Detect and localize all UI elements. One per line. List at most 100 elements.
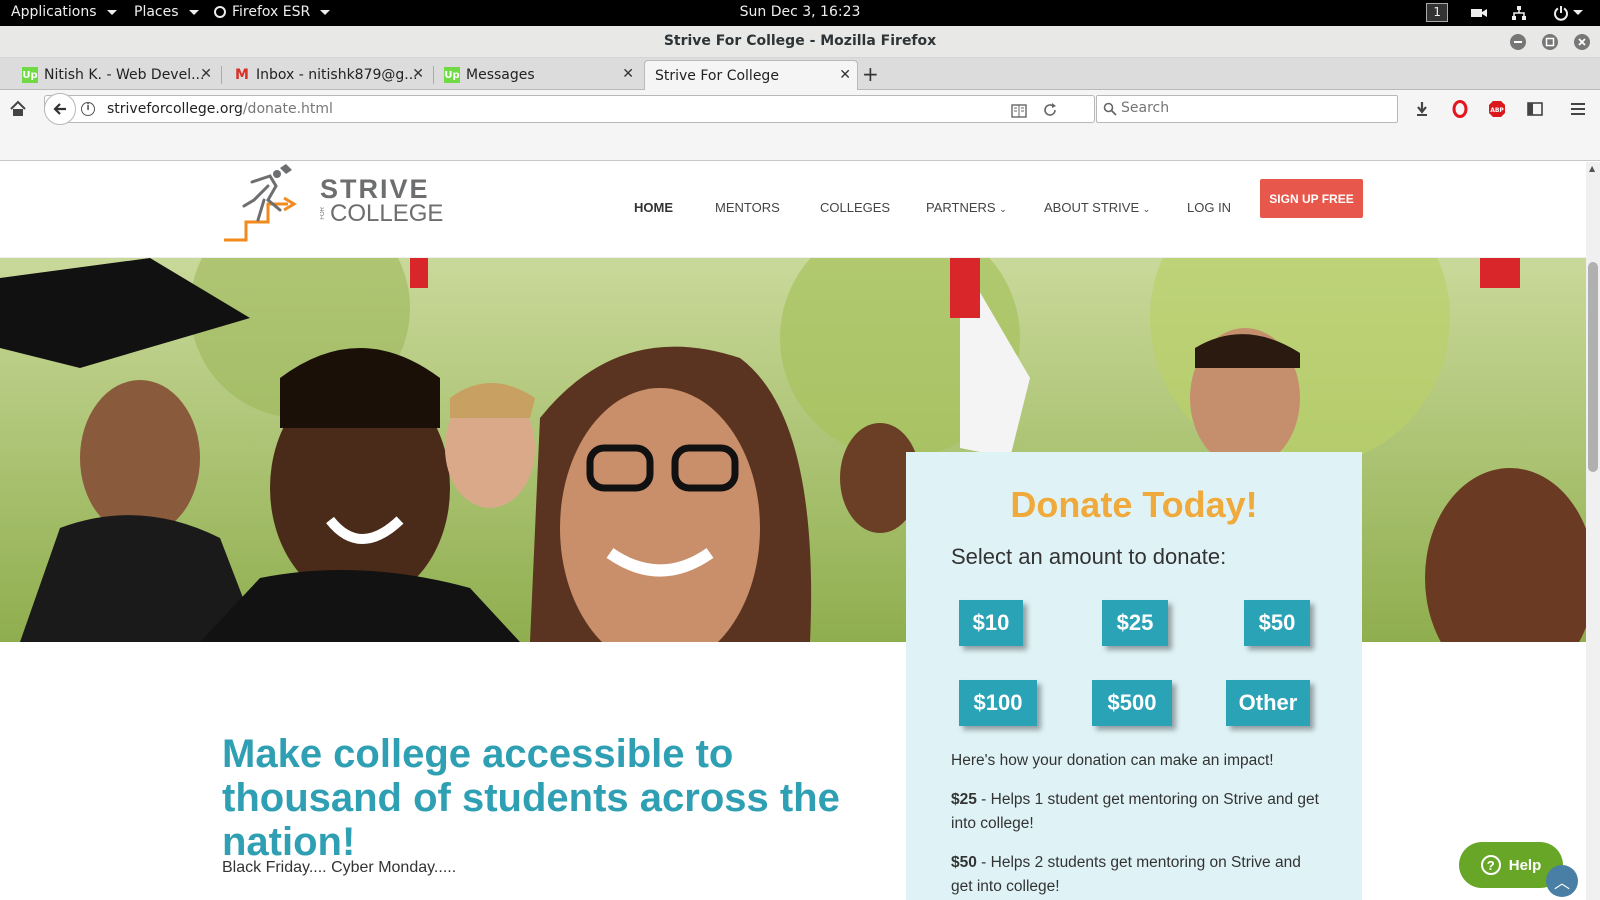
firefox-label: Firefox ESR [232, 4, 311, 20]
amount-50-button[interactable]: $50 [1244, 600, 1310, 646]
minimize-icon [1514, 41, 1522, 43]
plus-icon: + [862, 62, 879, 86]
impact-intro: Here's how your donation can make an imp… [951, 752, 1274, 769]
reader-view-icon[interactable] [1011, 103, 1027, 122]
open-menu-button[interactable] [1568, 99, 1588, 119]
downloads-button[interactable] [1412, 99, 1432, 119]
power-icon[interactable] [1550, 4, 1586, 22]
nav-about-label: ABOUT STRIVE [1044, 200, 1140, 215]
back-button[interactable] [44, 93, 76, 125]
impact-item: $25 - Helps 1 student get mentoring on S… [951, 788, 1321, 836]
maximize-button[interactable] [1542, 34, 1558, 50]
nav-colleges[interactable]: COLLEGES [820, 200, 890, 215]
page-scrollbar[interactable]: ▲ [1586, 162, 1600, 900]
impact-text: - Helps 1 student get mentoring on Striv… [951, 791, 1319, 832]
network-icon[interactable] [1510, 4, 1528, 22]
reload-icon[interactable] [1043, 102, 1057, 121]
close-icon[interactable]: ✕ [200, 66, 212, 82]
chevron-down-icon [320, 9, 331, 15]
tab-messages[interactable]: Up Messages ✕ [436, 60, 640, 90]
gmail-icon: M [235, 67, 249, 83]
toolbar-spacer [0, 128, 1600, 161]
opera-vpn-button[interactable] [1450, 99, 1470, 119]
places-label: Places [134, 4, 179, 20]
window-controls [1510, 34, 1590, 50]
upwork-icon: Up [444, 67, 460, 83]
close-icon[interactable]: ✕ [412, 66, 424, 82]
nav-mentors[interactable]: MENTORS [715, 200, 780, 215]
amount-other-button[interactable]: Other [1226, 680, 1310, 726]
tab-strip: Up Nitish K. - Web Devel... ✕ M Inbox - … [0, 58, 1600, 90]
adblock-plus-button[interactable]: ABP [1487, 99, 1507, 119]
scroll-to-top-button[interactable]: ︿ [1546, 865, 1578, 897]
logo-text-college: COLLEGE [330, 200, 444, 227]
tab-label: Strive For College [655, 67, 779, 84]
donate-title: Donate Today! [1010, 484, 1258, 525]
url-bar[interactable]: striveforcollege.org/donate.html i [44, 95, 1095, 123]
nav-home[interactable]: HOME [634, 200, 673, 215]
home-icon [10, 100, 26, 116]
tab-label: Messages [466, 67, 535, 83]
sign-up-free-button[interactable]: SIGN UP FREE [1260, 179, 1363, 218]
search-bar[interactable] [1096, 95, 1398, 123]
info-icon[interactable]: i [81, 102, 95, 116]
sidebar-toggle-button[interactable] [1525, 99, 1545, 119]
close-window-button[interactable] [1574, 34, 1590, 50]
runner-stairs-icon [224, 164, 297, 242]
sidebar-icon [1527, 102, 1543, 116]
web-page: STRIVE FOR COLLEGE HOME MENTORS COLLEGES… [0, 162, 1586, 900]
svg-text:ABP: ABP [1490, 107, 1504, 114]
impact-amount: $50 [951, 854, 977, 871]
amount-10-button[interactable]: $10 [959, 600, 1023, 646]
tab-gmail-inbox[interactable]: M Inbox - nitishk879@g... ✕ [226, 60, 430, 90]
amount-25-button[interactable]: $25 [1102, 600, 1168, 646]
nav-partners-label: PARTNERS [926, 200, 996, 215]
firefox-icon [214, 6, 226, 18]
tab-strive-for-college[interactable]: Strive For College ✕ [644, 60, 858, 90]
impact-text: - Helps 2 students get mentoring on Stri… [951, 854, 1301, 895]
chevron-down-icon: ⌄ [1142, 204, 1151, 214]
download-icon [1417, 102, 1427, 116]
navigation-toolbar: striveforcollege.org/donate.html i ABP [0, 90, 1600, 128]
url-path: /donate.html [242, 101, 333, 117]
tab-label: Nitish K. - Web Devel... [44, 67, 205, 83]
close-icon[interactable]: ✕ [839, 67, 851, 83]
system-tray: 1 [1426, 3, 1586, 22]
workspace-indicator[interactable]: 1 [1426, 3, 1448, 22]
search-input[interactable] [1121, 100, 1391, 116]
tab-separator [221, 66, 222, 84]
places-menu[interactable]: Places [134, 4, 199, 20]
amount-500-button[interactable]: $500 [1092, 680, 1172, 726]
video-icon[interactable] [1470, 4, 1488, 22]
firefox-app-menu[interactable]: Firefox ESR [214, 4, 331, 20]
donate-panel: Donate Today! Select an amount to donate… [906, 452, 1362, 900]
tab-upwork-profile[interactable]: Up Nitish K. - Web Devel... ✕ [14, 60, 218, 90]
nav-about-strive[interactable]: ABOUT STRIVE ⌄ [1044, 200, 1150, 215]
url-text[interactable]: striveforcollege.org/donate.html [107, 101, 333, 117]
home-button[interactable] [8, 99, 28, 119]
window-title: Strive For College - Mozilla Firefox [663, 33, 937, 49]
url-domain: striveforcollege.org [107, 101, 243, 117]
minimize-button[interactable] [1510, 34, 1526, 50]
chevron-down-icon [1573, 10, 1583, 15]
amount-100-button[interactable]: $100 [959, 680, 1037, 726]
chevron-up-icon: ︿ [1553, 873, 1570, 892]
new-tab-button[interactable]: + [862, 62, 879, 86]
chevron-down-icon [106, 9, 117, 15]
applications-menu[interactable]: Applications [11, 4, 117, 20]
impact-amount: $25 [951, 791, 977, 808]
impact-item: $50 - Helps 2 students get mentoring on … [951, 851, 1321, 899]
subheadline: Black Friday.... Cyber Monday..... [222, 859, 457, 876]
hamburger-menu-icon [1571, 103, 1585, 115]
site-header: STRIVE FOR COLLEGE HOME MENTORS COLLEGES… [0, 162, 1586, 258]
close-icon[interactable]: ✕ [622, 66, 634, 82]
upwork-icon: Up [22, 67, 38, 83]
strive-logo[interactable]: STRIVE FOR COLLEGE [222, 164, 443, 242]
nav-log-in[interactable]: LOG IN [1187, 200, 1231, 215]
nav-partners[interactable]: PARTNERS ⌄ [926, 200, 1007, 215]
scroll-up-icon[interactable]: ▲ [1589, 164, 1595, 173]
search-icon [1103, 102, 1117, 116]
back-arrow-icon [53, 103, 66, 115]
chevron-down-icon: ⌄ [999, 204, 1007, 214]
scrollbar-thumb[interactable] [1588, 262, 1598, 472]
